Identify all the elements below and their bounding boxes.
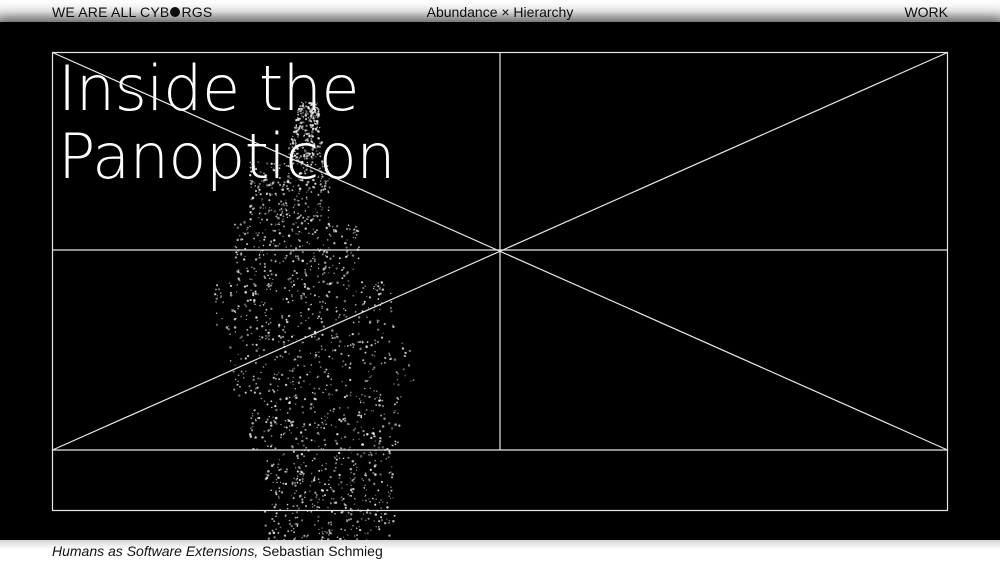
nav-work-link[interactable]: WORK bbox=[904, 4, 948, 20]
title-line-2: Panopticon bbox=[58, 120, 396, 193]
artwork-title: Inside the Panopticon bbox=[58, 52, 396, 193]
caption-artist: Sebastian Schmieg bbox=[262, 543, 383, 559]
exhibition-title[interactable]: Abundance × Hierarchy bbox=[0, 4, 1000, 20]
title-line-1: Inside the bbox=[58, 52, 360, 125]
caption-work-title: Humans as Software Extensions, bbox=[52, 543, 259, 559]
artwork-caption: Humans as Software Extensions, Sebastian… bbox=[52, 543, 383, 559]
top-bar: WE ARE ALL CYB RGS Abundance × Hierarchy … bbox=[0, 0, 1000, 22]
hero-artwork[interactable]: Inside the Panopticon bbox=[0, 22, 1000, 540]
